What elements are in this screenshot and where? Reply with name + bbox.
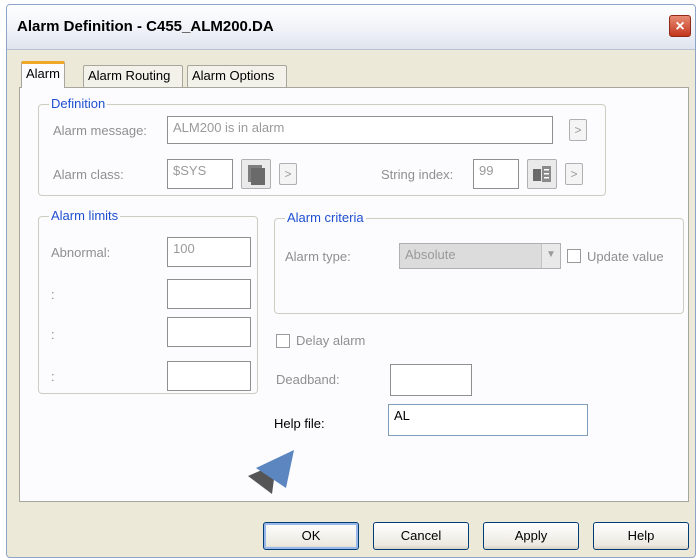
- definition-legend: Definition: [49, 96, 108, 111]
- apply-button[interactable]: Apply: [483, 522, 579, 550]
- alarm-type-select[interactable]: Absolute ▼: [399, 243, 561, 269]
- deadband-field[interactable]: [390, 364, 472, 396]
- string-index-browse-button[interactable]: [527, 159, 557, 189]
- update-value-checkbox[interactable]: [567, 249, 581, 263]
- cursor-pointer-icon: [248, 450, 294, 494]
- delay-alarm-checkbox[interactable]: [276, 334, 290, 348]
- abnormal-field[interactable]: 100: [167, 237, 251, 267]
- tab-alarm-routing[interactable]: Alarm Routing: [83, 65, 183, 87]
- alarm-criteria-legend: Alarm criteria: [285, 210, 366, 225]
- tab-alarm-label: Alarm: [26, 66, 60, 81]
- alarm-message-label: Alarm message:: [53, 123, 147, 138]
- delay-alarm-label: Delay alarm: [296, 333, 366, 348]
- chevron-down-icon: ▼: [541, 244, 560, 268]
- close-icon: ×: [675, 18, 685, 35]
- string-index-arrow-button[interactable]: >: [565, 163, 583, 185]
- close-button[interactable]: ×: [669, 15, 691, 37]
- help-file-label: Help file:: [274, 416, 325, 431]
- help-button[interactable]: Help: [593, 522, 689, 550]
- tab-alarm-options-label: Alarm Options: [192, 68, 275, 83]
- alarm-tab-panel: Definition Alarm message: ALM200 is in a…: [19, 87, 689, 502]
- alarm-type-label: Alarm type:: [285, 249, 351, 264]
- deadband-label: Deadband:: [276, 372, 340, 387]
- tab-alarm[interactable]: Alarm: [21, 61, 65, 88]
- alarm-class-arrow-button[interactable]: >: [279, 163, 297, 185]
- alarm-class-field[interactable]: $SYS: [167, 159, 233, 189]
- alarm-message-arrow-button[interactable]: >: [569, 119, 587, 141]
- tab-alarm-routing-label: Alarm Routing: [88, 68, 171, 83]
- limit-4-field[interactable]: [167, 361, 251, 391]
- cancel-button[interactable]: Cancel: [373, 522, 469, 550]
- window-title: Alarm Definition - C455_ALM200.DA: [17, 18, 274, 35]
- tab-alarm-options[interactable]: Alarm Options: [187, 65, 287, 87]
- alarm-limits-legend: Alarm limits: [49, 208, 121, 223]
- title-bar: Alarm Definition - C455_ALM200.DA ×: [7, 5, 695, 50]
- help-file-field[interactable]: AL: [388, 404, 588, 436]
- limit-3-label: :: [51, 327, 55, 342]
- alarm-message-field[interactable]: ALM200 is in alarm: [167, 116, 553, 144]
- update-value-label: Update value: [587, 249, 664, 264]
- browse-icon: [248, 165, 265, 185]
- definition-group: Definition Alarm message: ALM200 is in a…: [38, 96, 606, 196]
- alarm-type-value: Absolute: [405, 247, 456, 262]
- limit-4-label: :: [51, 369, 55, 384]
- list-icon: [533, 166, 551, 182]
- alarm-class-label: Alarm class:: [53, 167, 124, 182]
- string-index-label: String index:: [381, 167, 454, 182]
- limit-2-field[interactable]: [167, 279, 251, 309]
- alarm-class-browse-button[interactable]: [241, 159, 271, 189]
- abnormal-label: Abnormal:: [51, 245, 111, 260]
- ok-button[interactable]: OK: [263, 522, 359, 550]
- alarm-limits-group: Alarm limits Abnormal: 100 : : :: [38, 208, 258, 394]
- limit-3-field[interactable]: [167, 317, 251, 347]
- alarm-definition-dialog: Alarm Definition - C455_ALM200.DA × Alar…: [6, 4, 696, 558]
- alarm-criteria-group: Alarm criteria Alarm type: Absolute ▼ Up…: [274, 210, 684, 314]
- string-index-field[interactable]: 99: [473, 159, 519, 189]
- limit-2-label: :: [51, 287, 55, 302]
